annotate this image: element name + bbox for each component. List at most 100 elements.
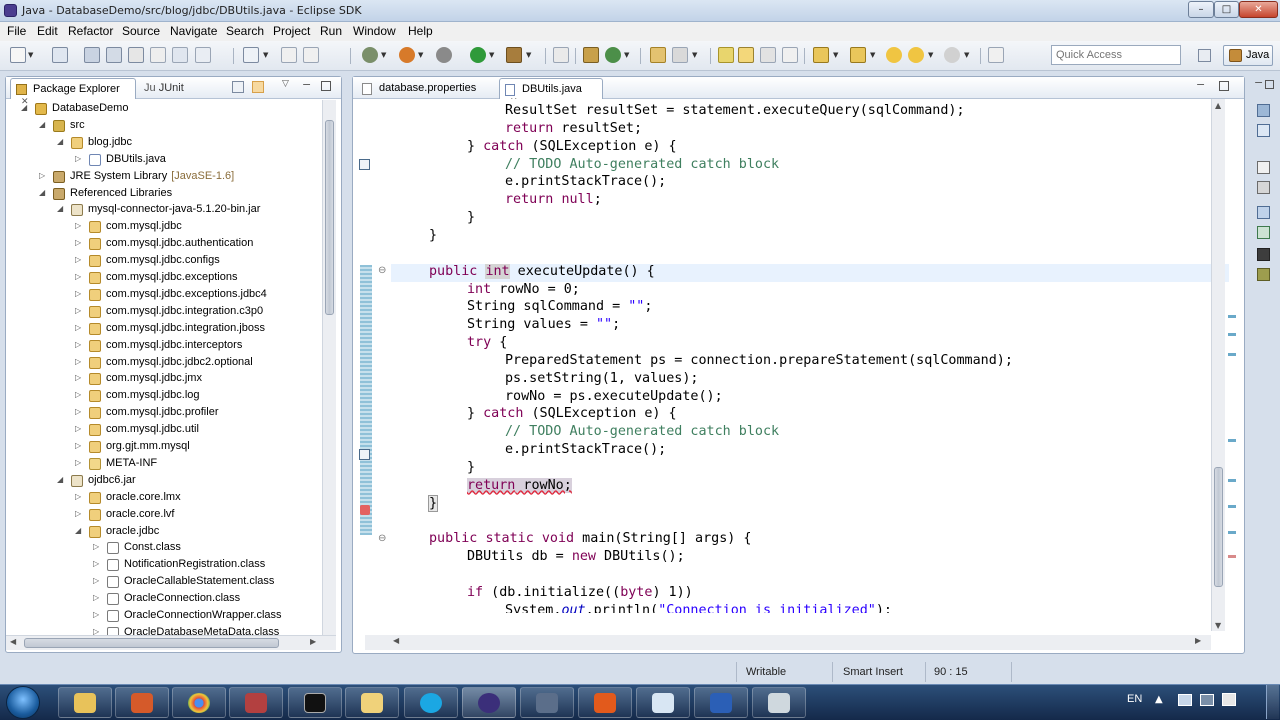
collapsed-arrow-icon[interactable]: ▷ bbox=[75, 221, 85, 230]
collapsed-arrow-icon[interactable]: ▷ bbox=[75, 323, 85, 332]
code-line[interactable]: } bbox=[391, 228, 1229, 246]
maximize-view-icon[interactable] bbox=[321, 81, 331, 91]
overview-marker[interactable] bbox=[1228, 333, 1236, 336]
code-line[interactable]: } bbox=[391, 494, 1229, 514]
run-icon[interactable] bbox=[470, 47, 486, 63]
horizontal-scrollbar-thumb[interactable] bbox=[24, 638, 279, 648]
code-line[interactable] bbox=[391, 246, 1229, 264]
code-line[interactable]: // TODO Auto-generated catch block bbox=[391, 424, 1229, 442]
collapsed-arrow-icon[interactable]: ▷ bbox=[93, 559, 103, 568]
taskbar-notepad[interactable] bbox=[752, 687, 806, 718]
search-icon[interactable] bbox=[672, 47, 688, 63]
collapsed-arrow-icon[interactable]: ▷ bbox=[75, 407, 85, 416]
forward-icon[interactable] bbox=[944, 47, 960, 63]
debug-icon[interactable] bbox=[362, 47, 378, 63]
error-marker-icon[interactable] bbox=[360, 505, 370, 515]
scroll-left-icon[interactable]: ◀ bbox=[393, 636, 399, 645]
code-line[interactable]: PreparedStatement ps = connection.prepar… bbox=[391, 353, 1229, 371]
collapse-all-icon[interactable] bbox=[232, 81, 244, 93]
code-line[interactable]: System.out.println("Connection is initia… bbox=[391, 603, 1229, 613]
code-line[interactable]: String values = ""; bbox=[391, 317, 1229, 335]
start-button[interactable] bbox=[6, 686, 40, 719]
toggle-icon[interactable] bbox=[281, 47, 297, 63]
expanded-arrow-icon[interactable]: ◢ bbox=[57, 137, 67, 146]
print-icon[interactable] bbox=[128, 47, 144, 63]
code-line[interactable]: } catch (SQLException e) { bbox=[391, 139, 1229, 157]
show-hidden-icons-icon[interactable]: ▲ bbox=[1155, 694, 1163, 705]
last-edit-icon[interactable] bbox=[886, 47, 902, 63]
expanded-arrow-icon[interactable]: ◢ bbox=[39, 120, 49, 129]
coverage-icon[interactable] bbox=[506, 47, 522, 63]
code-line[interactable]: rowNo = ps.executeUpdate(); bbox=[391, 389, 1229, 407]
collapsed-arrow-icon[interactable]: ▷ bbox=[75, 289, 85, 298]
new-dropdown-icon[interactable]: ▼ bbox=[28, 51, 33, 59]
menu-run[interactable]: Run bbox=[320, 24, 342, 38]
taskbar-filezilla[interactable] bbox=[229, 687, 283, 718]
minimize-view-icon[interactable]: − bbox=[302, 78, 311, 91]
declaration-icon[interactable] bbox=[1257, 206, 1270, 219]
task-marker-icon[interactable] bbox=[359, 159, 370, 170]
code-line[interactable]: } bbox=[391, 460, 1229, 478]
save-all-icon[interactable] bbox=[106, 47, 122, 63]
menu-help[interactable]: Help bbox=[408, 24, 433, 38]
collapsed-arrow-icon[interactable]: ▷ bbox=[75, 390, 85, 399]
code-line[interactable] bbox=[391, 514, 1229, 532]
taskbar-cmd[interactable] bbox=[288, 687, 342, 718]
taskbar-skype[interactable] bbox=[404, 687, 458, 718]
tree-scrollbar-thumb[interactable] bbox=[325, 120, 334, 315]
expanded-arrow-icon[interactable]: ◢ bbox=[57, 475, 67, 484]
checklist-dropdown-icon[interactable]: ▼ bbox=[263, 51, 268, 59]
taskbar-word[interactable] bbox=[694, 687, 748, 718]
taskbar-office[interactable] bbox=[578, 687, 632, 718]
fold-icon[interactable]: ⊖ bbox=[378, 265, 386, 276]
language-indicator[interactable]: EN bbox=[1127, 693, 1142, 705]
scroll-right-icon[interactable]: ▶ bbox=[1195, 636, 1201, 645]
view-menu-icon[interactable]: ▽ bbox=[282, 79, 289, 89]
overview-marker[interactable] bbox=[1228, 315, 1236, 318]
collapsed-arrow-icon[interactable]: ▷ bbox=[75, 238, 85, 247]
collapsed-arrow-icon[interactable]: ▷ bbox=[93, 610, 103, 619]
save-icon[interactable] bbox=[84, 47, 100, 63]
new-class-dropdown-icon[interactable]: ▼ bbox=[624, 51, 629, 59]
scroll-up-icon[interactable]: ▲ bbox=[1215, 101, 1221, 110]
menu-file[interactable]: File bbox=[7, 24, 26, 38]
code-line[interactable]: } catch (SQLException e) { bbox=[391, 406, 1229, 424]
tree-vertical-scrollbar[interactable] bbox=[322, 100, 336, 635]
coverage-dropdown-icon[interactable]: ▼ bbox=[526, 51, 531, 59]
next-annotation-dropdown-icon[interactable]: ▼ bbox=[833, 51, 838, 59]
action-center-icon[interactable] bbox=[1200, 694, 1214, 706]
menu-edit[interactable]: Edit bbox=[37, 24, 58, 38]
previous-annotation-icon[interactable] bbox=[850, 47, 866, 63]
collapsed-arrow-icon[interactable]: ▷ bbox=[75, 340, 85, 349]
code-line[interactable]: try { bbox=[391, 335, 1229, 353]
code-line[interactable]: public int executeUpdate() { bbox=[391, 263, 1229, 282]
minimize-editor-icon[interactable]: − bbox=[1196, 78, 1205, 91]
search-dropdown-icon[interactable]: ▼ bbox=[692, 51, 697, 59]
taskbar-eclipse[interactable] bbox=[462, 687, 516, 718]
annotation-icon[interactable] bbox=[718, 47, 734, 63]
taskbar-snipping-tool[interactable] bbox=[636, 687, 690, 718]
mark-icon[interactable] bbox=[303, 47, 319, 63]
tab-package-explorer[interactable]: Package Explorer ✕ bbox=[10, 78, 136, 106]
tree-horizontal-scrollbar[interactable]: ◀ ▶ bbox=[6, 635, 336, 650]
editor-horizontal-scrollbar[interactable]: ◀ ▶ bbox=[365, 635, 1211, 650]
menu-project[interactable]: Project bbox=[273, 24, 310, 38]
tasks-icon[interactable] bbox=[195, 47, 211, 63]
code-editor[interactable]: ResultSet resultSet = statement.executeQ… bbox=[391, 99, 1229, 613]
collapsed-arrow-icon[interactable]: ▷ bbox=[39, 171, 49, 180]
checklist-icon[interactable] bbox=[243, 47, 259, 63]
run-dropdown-icon[interactable]: ▼ bbox=[489, 51, 494, 59]
open-perspective-icon[interactable] bbox=[1198, 49, 1211, 62]
maximize-stack-icon[interactable] bbox=[1265, 80, 1274, 89]
block-selection-icon[interactable] bbox=[760, 47, 776, 63]
menu-search[interactable]: Search bbox=[226, 24, 264, 38]
scroll-left-icon[interactable]: ◀ bbox=[10, 637, 16, 646]
external-tools-dropdown-icon[interactable]: ▼ bbox=[418, 51, 423, 59]
collapsed-arrow-icon[interactable]: ▷ bbox=[75, 255, 85, 264]
overview-marker[interactable] bbox=[1228, 505, 1236, 508]
back-dropdown-icon[interactable]: ▼ bbox=[928, 51, 933, 59]
previous-annotation-dropdown-icon[interactable]: ▼ bbox=[870, 51, 875, 59]
code-line[interactable]: } bbox=[391, 210, 1229, 228]
collapsed-arrow-icon[interactable]: ▷ bbox=[75, 272, 85, 281]
collapsed-arrow-icon[interactable]: ▷ bbox=[75, 306, 85, 315]
